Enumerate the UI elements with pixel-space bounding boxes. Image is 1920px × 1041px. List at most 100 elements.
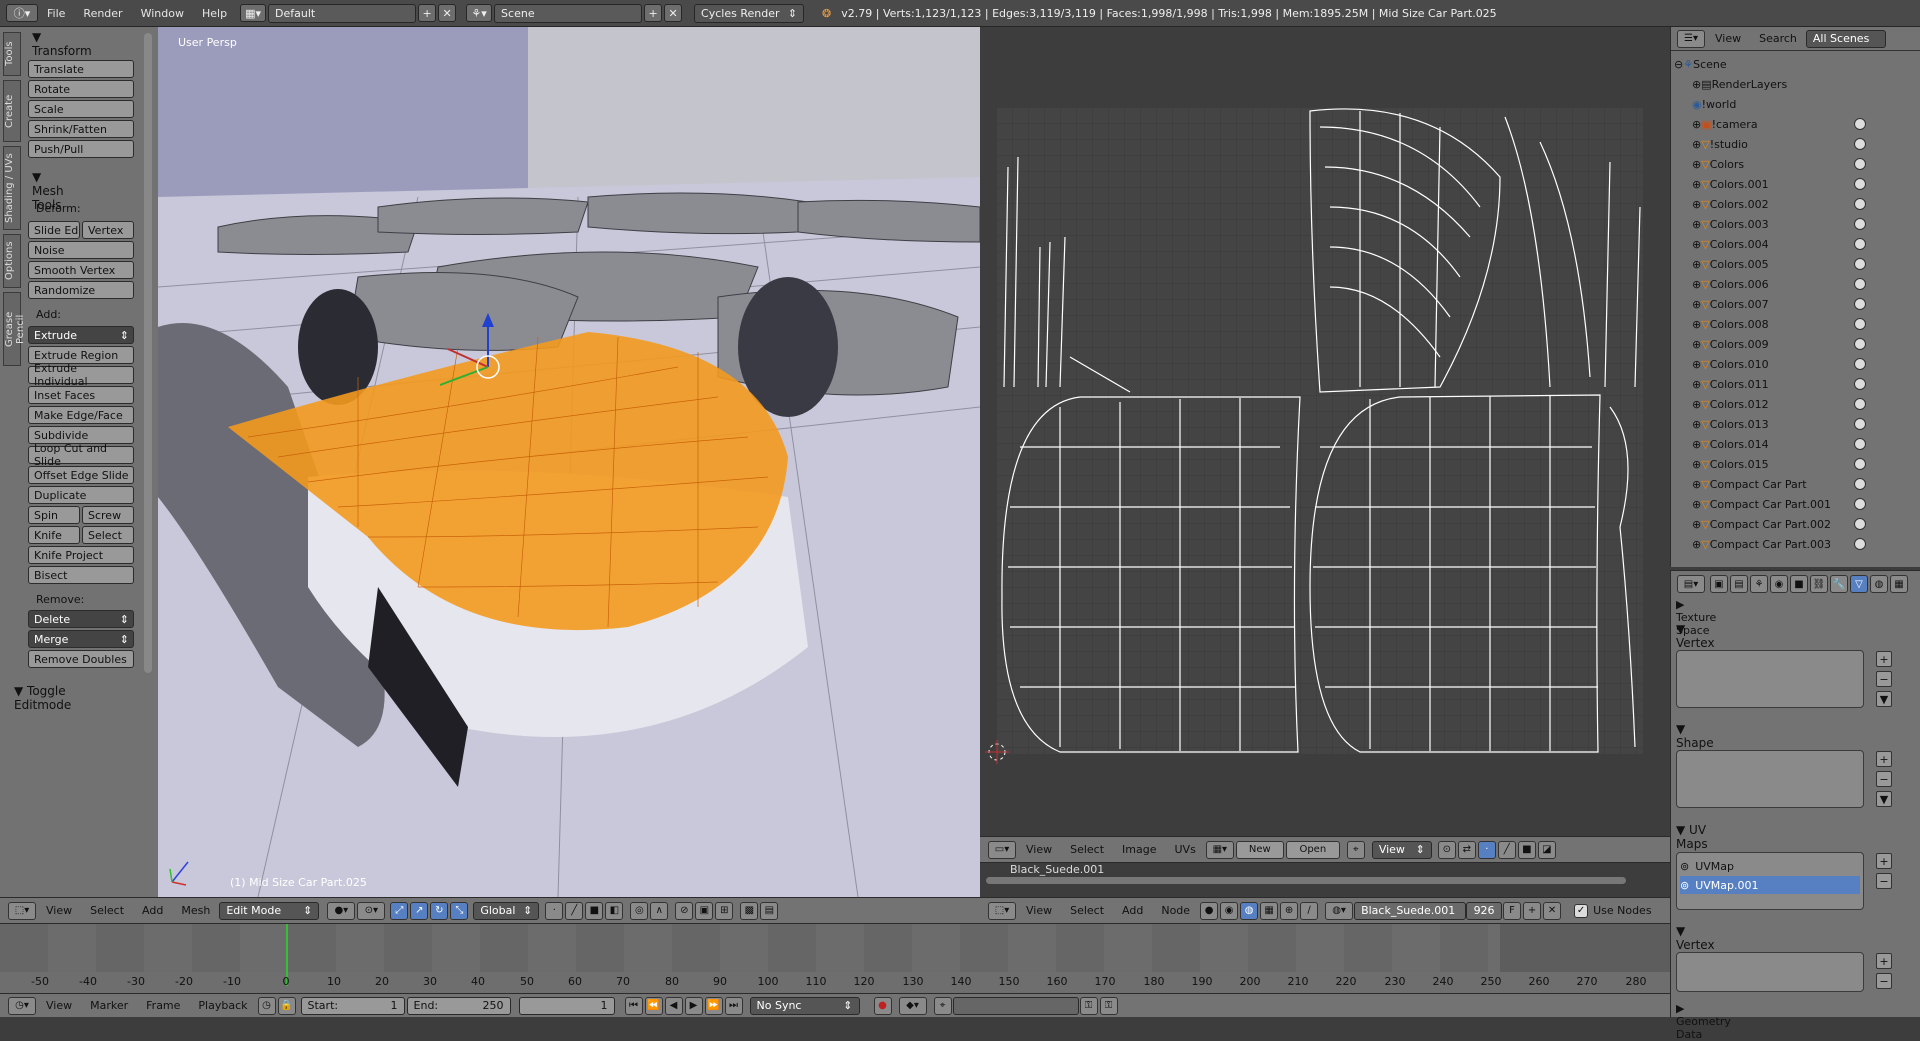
sync-mode-dropdown[interactable]: No Sync ⇕: [749, 996, 860, 1015]
spin-button[interactable]: Spin: [28, 506, 80, 524]
new-image-button[interactable]: New: [1235, 840, 1284, 859]
proportional-edit-icon[interactable]: ◎: [630, 901, 649, 920]
modifiers-tab-icon[interactable]: 🔧: [1830, 575, 1848, 593]
use-preview-range-icon[interactable]: ◷: [257, 996, 276, 1015]
add-vertex-group-icon[interactable]: +: [1876, 651, 1892, 667]
outliner-item-colors-008[interactable]: ⊕ ▽ Colors.008: [1692, 314, 1920, 334]
image-browse-icon[interactable]: ▦▾: [1205, 840, 1234, 859]
3d-viewport[interactable]: User Persp (1) Mid Size Car Part.025: [158, 27, 980, 897]
uv-vertex-select-icon[interactable]: ·: [1477, 840, 1496, 859]
tab-tools[interactable]: Tools: [3, 32, 21, 76]
menu-render[interactable]: Render: [74, 7, 131, 20]
visibility-eye-icon[interactable]: [1854, 178, 1866, 190]
uv-menu-select[interactable]: Select: [1061, 843, 1113, 856]
add-material-icon[interactable]: +: [1523, 901, 1542, 920]
scale-manipulator-icon[interactable]: ⤡: [450, 901, 469, 920]
smooth-vertex-button[interactable]: Smooth Vertex: [28, 261, 134, 279]
menu-add[interactable]: Add: [133, 904, 172, 917]
fake-user-button[interactable]: F: [1503, 901, 1522, 920]
noise-button[interactable]: Noise: [28, 241, 134, 259]
bisect-button[interactable]: Bisect: [28, 566, 134, 584]
add-uv-map-icon[interactable]: +: [1876, 853, 1892, 869]
snap-target-icon[interactable]: ⊞: [715, 901, 734, 920]
editor-type-icon[interactable]: ▤▾: [1677, 575, 1705, 593]
visibility-eye-icon[interactable]: [1854, 498, 1866, 510]
material-users-count[interactable]: 926: [1466, 901, 1503, 920]
visibility-eye-icon[interactable]: [1854, 118, 1866, 130]
outliner-item-colors-002[interactable]: ⊕ ▽ Colors.002: [1692, 194, 1920, 214]
visibility-eye-icon[interactable]: [1854, 338, 1866, 350]
menu-help[interactable]: Help: [193, 7, 236, 20]
layout-icon[interactable]: ▦▾: [240, 4, 267, 22]
pin-icon[interactable]: ⌖: [1346, 840, 1365, 859]
outliner-menu-view[interactable]: View: [1706, 32, 1750, 45]
make-edge-face-button[interactable]: Make Edge/Face: [28, 406, 134, 424]
jump-keyframe-forward-icon[interactable]: ⏩: [704, 996, 723, 1015]
merge-dropdown[interactable]: Merge ⇕: [28, 630, 134, 648]
play-icon[interactable]: ▶: [684, 996, 703, 1015]
remove-shape-key-icon[interactable]: −: [1876, 771, 1892, 787]
tab-grease-pencil[interactable]: Grease Pencil: [3, 292, 26, 366]
vertex-slide-button[interactable]: Vertex: [82, 221, 134, 239]
jump-start-icon[interactable]: ⏮: [624, 996, 643, 1015]
material-browse-icon[interactable]: ◍▾: [1325, 901, 1354, 920]
tab-options[interactable]: Options: [3, 234, 21, 288]
texture-tab-icon[interactable]: ▦: [1890, 575, 1908, 593]
uv-face-select-icon[interactable]: ■: [1517, 840, 1536, 859]
outliner-item-compact-car-part[interactable]: ⊕ ▽ Compact Car Part: [1692, 474, 1920, 494]
delete-dropdown[interactable]: Delete ⇕: [28, 610, 134, 628]
loop-cut-slide-button[interactable]: Loop Cut and Slide: [28, 442, 134, 468]
add-scene-icon[interactable]: +: [644, 4, 663, 22]
add-layout-icon[interactable]: +: [418, 4, 437, 22]
limit-selection-icon[interactable]: ◧: [605, 901, 624, 920]
uv-menu-image[interactable]: Image: [1113, 843, 1165, 856]
outliner-item-colors-001[interactable]: ⊕ ▽ Colors.001: [1692, 174, 1920, 194]
add-vertex-color-icon[interactable]: +: [1876, 953, 1892, 969]
outliner-item-colors[interactable]: ⊕ ▽ Colors: [1692, 154, 1920, 174]
remove-doubles-button[interactable]: Remove Doubles: [28, 650, 134, 668]
use-nodes-checkbox[interactable]: ✓: [1574, 903, 1589, 918]
face-select-icon[interactable]: ■: [585, 901, 604, 920]
outliner-item-studio[interactable]: ⊕ ▽ !studio: [1692, 134, 1920, 154]
node-menu-view[interactable]: View: [1017, 904, 1061, 917]
visibility-eye-icon[interactable]: [1854, 358, 1866, 370]
toggle-editmode-panel-title[interactable]: ▼ Toggle Editmode: [14, 684, 71, 712]
outliner-item-colors-004[interactable]: ⊕ ▽ Colors.004: [1692, 234, 1920, 254]
visibility-eye-icon[interactable]: [1854, 258, 1866, 270]
opengl-render-icon[interactable]: ▤: [760, 901, 779, 920]
material-tab-icon[interactable]: ◍: [1870, 575, 1888, 593]
end-frame-field[interactable]: End: 250: [406, 996, 511, 1015]
outliner-item-compact-car-part-001[interactable]: ⊕ ▽ Compact Car Part.001: [1692, 494, 1920, 514]
tool-shelf-scrollbar[interactable]: [144, 33, 152, 673]
visibility-eye-icon[interactable]: [1854, 198, 1866, 210]
scene-icon[interactable]: ⚘▾: [466, 4, 493, 22]
world-nodes-icon[interactable]: ◉: [1220, 901, 1239, 920]
outliner-item-colors-013[interactable]: ⊕ ▽ Colors.013: [1692, 414, 1920, 434]
shape-keys-list[interactable]: [1676, 750, 1864, 808]
shading-mode-icon[interactable]: ●▾: [327, 901, 356, 920]
visibility-eye-icon[interactable]: [1854, 218, 1866, 230]
visibility-eye-icon[interactable]: [1854, 538, 1866, 550]
open-image-button[interactable]: Open: [1285, 840, 1340, 859]
offset-edge-slide-button[interactable]: Offset Edge Slide: [28, 466, 134, 484]
current-frame-field[interactable]: 1: [518, 996, 615, 1015]
menu-mesh[interactable]: Mesh: [172, 904, 219, 917]
visibility-eye-icon[interactable]: [1854, 238, 1866, 250]
timeline-menu-frame[interactable]: Frame: [137, 999, 189, 1012]
insert-keyframe-icon[interactable]: ⚿: [1079, 996, 1098, 1015]
visibility-eye-icon[interactable]: [1854, 298, 1866, 310]
editor-type-icon[interactable]: ⬚▾: [988, 901, 1016, 920]
translate-manipulator-icon[interactable]: ↗: [410, 901, 429, 920]
unlink-material-icon[interactable]: ✕: [1543, 901, 1562, 920]
vertex-group-specials-icon[interactable]: ▼: [1876, 691, 1892, 707]
editor-type-icon[interactable]: ⬚▾: [8, 901, 36, 920]
outliner-item-compact-car-part-002[interactable]: ⊕ ▽ Compact Car Part.002: [1692, 514, 1920, 534]
scene-tab-icon[interactable]: ⚘: [1750, 575, 1768, 593]
node-menu-node[interactable]: Node: [1152, 904, 1199, 917]
outliner-item-colors-009[interactable]: ⊕ ▽ Colors.009: [1692, 334, 1920, 354]
mode-dropdown[interactable]: Edit Mode ⇕: [219, 901, 320, 920]
vertex-groups-list[interactable]: [1676, 650, 1864, 708]
add-shape-key-icon[interactable]: +: [1876, 751, 1892, 767]
active-keying-set-field[interactable]: [952, 996, 1079, 1015]
vertex-select-icon[interactable]: ·: [545, 901, 564, 920]
